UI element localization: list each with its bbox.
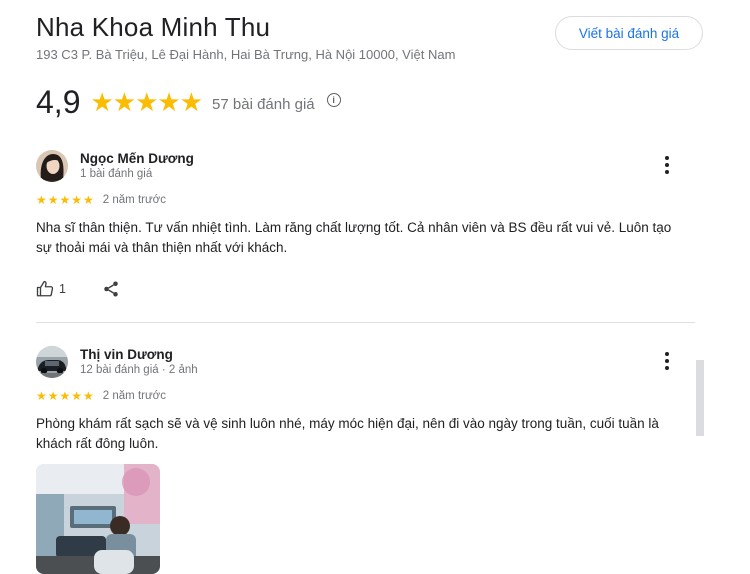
like-count: 1	[59, 282, 66, 296]
review-rating: ★★★★★ 2 năm trước	[36, 193, 166, 207]
review-text: Nha sĩ thân thiện. Tư vấn nhiệt tình. Là…	[36, 220, 672, 255]
average-rating: 4,9	[36, 83, 81, 120]
like-button[interactable]: 1	[36, 280, 66, 298]
review-card: Ngọc Mến Dương 1 bài đánh giá ★★★★★ 2 nă…	[36, 150, 696, 310]
share-button[interactable]	[102, 280, 120, 298]
avatar[interactable]	[36, 346, 68, 378]
review-text: Phòng khám rất sạch sẽ và vệ sinh luôn n…	[36, 416, 659, 451]
review-count[interactable]: 57 bài đánh giá	[212, 96, 315, 113]
more-options-icon[interactable]	[662, 156, 672, 176]
more-options-icon[interactable]	[662, 352, 672, 372]
info-icon[interactable]: i	[326, 93, 341, 107]
scrollbar[interactable]	[696, 360, 704, 436]
thumb-up-icon	[36, 280, 54, 298]
place-title: Nha Khoa Minh Thu	[36, 12, 271, 42]
avatar[interactable]	[36, 150, 68, 182]
review-divider	[36, 322, 695, 323]
review-rating: ★★★★★ 2 năm trước	[36, 389, 166, 403]
review-card: Thị vin Dương 12 bài đánh giá · 2 ảnh ★★…	[36, 346, 696, 574]
review-actions: 1	[36, 280, 120, 298]
review-stars: ★★★★★	[36, 389, 95, 403]
review-time: 2 năm trước	[102, 390, 166, 402]
rating-stars: ★★★★★	[90, 87, 203, 117]
reviewer-name[interactable]: Ngọc Mến Dương	[80, 151, 194, 166]
rating-summary: 4,9 ★★★★★ 57 bài đánh giá i	[36, 82, 341, 122]
place-address: 193 C3 P. Bà Triệu, Lê Đại Hành, Hai Bà …	[36, 47, 456, 62]
write-review-button[interactable]: Viết bài đánh giá	[555, 16, 703, 50]
review-stars: ★★★★★	[36, 193, 95, 207]
reviewer-meta: 1 bài đánh giá	[80, 168, 153, 180]
reviewer-meta: 12 bài đánh giá · 2 ảnh	[80, 364, 198, 376]
reviewer-name[interactable]: Thị vin Dương	[80, 347, 173, 362]
review-photo[interactable]	[36, 464, 160, 574]
share-icon	[102, 280, 120, 298]
review-time: 2 năm trước	[102, 194, 166, 206]
